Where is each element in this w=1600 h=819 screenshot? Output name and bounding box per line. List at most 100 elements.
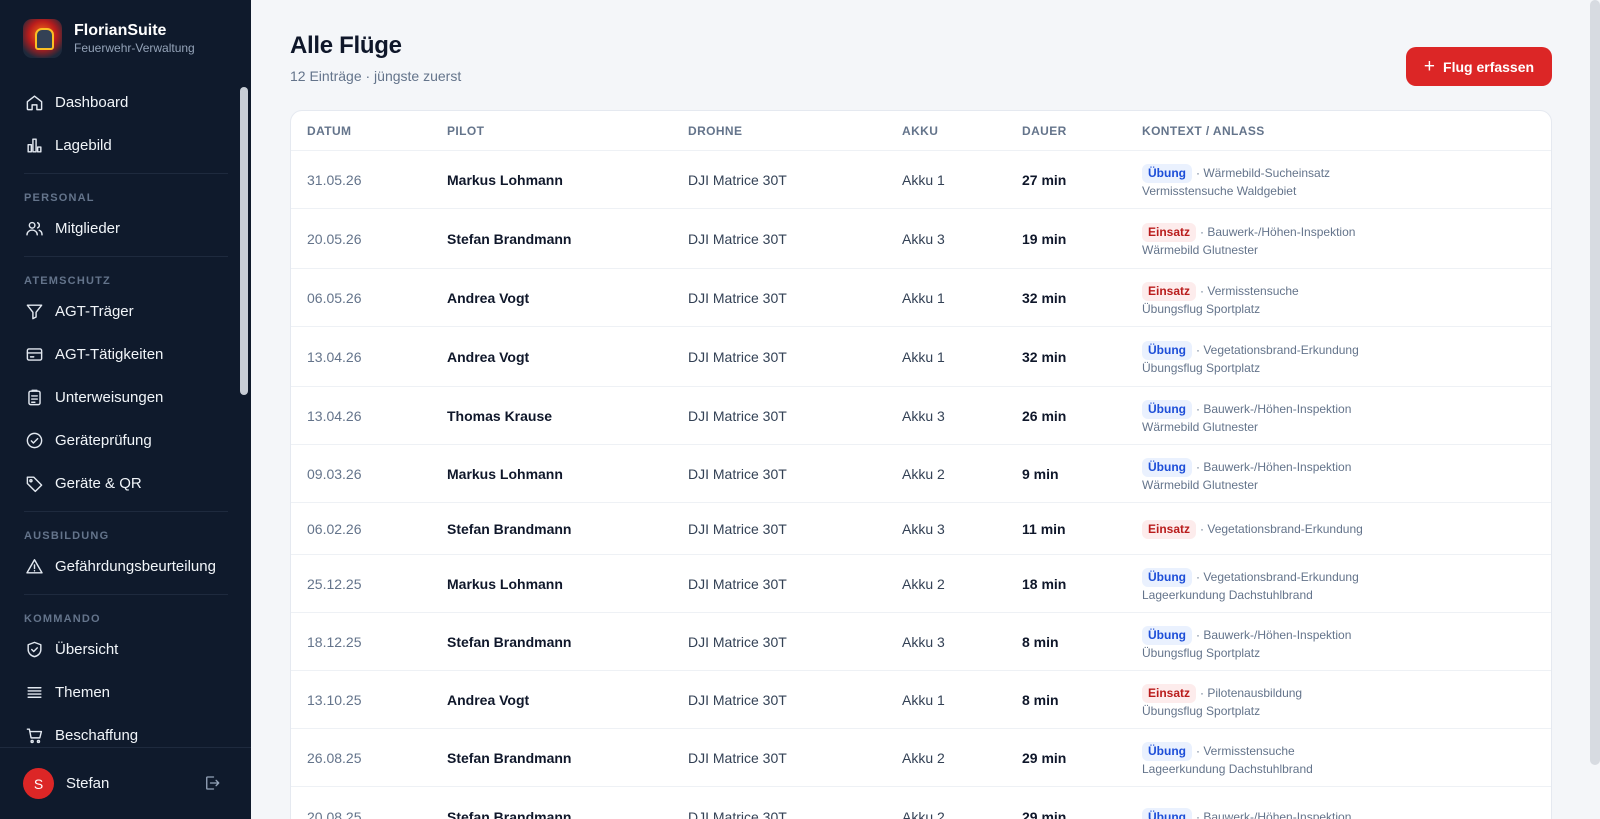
sidebar-item-mitglieder[interactable]: Mitglieder [0, 210, 228, 246]
table-row[interactable]: 13.04.26 Andrea Vogt DJI Matrice 30T Akku 1… [291, 327, 1551, 387]
sidebar-item-gefaehrdungsbeurteilung[interactable]: Gefährdungsbeurteilung [0, 548, 228, 584]
anlass-text: · Bauwerk-/Höhen-Inspektion [1196, 460, 1352, 474]
cell-akku: Akku 2 [902, 809, 945, 819]
cell-pilot: Stefan Brandmann [447, 521, 572, 537]
kontext-text: Wärmebild Glutnester [1142, 420, 1259, 434]
nav-divider [24, 594, 228, 595]
kontext-line: Übung · Bauwerk-/Höhen-Inspektion [1142, 400, 1351, 419]
table-row[interactable]: 13.10.25 Andrea Vogt DJI Matrice 30T Akku 1… [291, 671, 1551, 729]
cell-drohne: DJI Matrice 30T [688, 521, 787, 537]
sidebar-item-dashboard[interactable]: Dashboard [0, 84, 228, 120]
kontext-text: Übungsflug Sportplatz [1142, 361, 1261, 375]
table-row[interactable]: 06.02.26 Stefan Brandmann DJI Matrice 30T A… [291, 503, 1551, 555]
sidebar-item-agt-traeger[interactable]: AGT-Träger [0, 293, 228, 329]
cell-drohne: DJI Matrice 30T [688, 290, 787, 306]
cell-pilot: Thomas Krause [447, 408, 553, 424]
kontext-line: Einsatz · Vermisstensuche [1142, 282, 1299, 301]
add-flight-label: Flug erfassen [1443, 58, 1535, 75]
table-row[interactable]: 13.04.26 Thomas Krause DJI Matrice 30T Akku… [291, 387, 1551, 445]
avatar[interactable]: S [23, 768, 54, 799]
sidebar-scrollbar[interactable] [240, 87, 248, 395]
sidebar-item-agt-taetigkeiten[interactable]: AGT-Tätigkeiten [0, 336, 228, 372]
cell-datum: 20.05.26 [307, 231, 362, 247]
cell-dauer: 9 min [1022, 466, 1059, 482]
sidebar: FlorianSuite Feuerwehr-Verwaltung Dashbo… [0, 0, 251, 819]
bar-chart-icon [24, 135, 44, 155]
table-row[interactable]: 06.05.26 Andrea Vogt DJI Matrice 30T Akku 1… [291, 269, 1551, 327]
cell-dauer: 8 min [1022, 692, 1059, 708]
kontext-line: Übung · Vegetationsbrand-Erkundung [1142, 568, 1359, 587]
cell-akku: Akku 2 [902, 576, 945, 592]
column-header-kontext[interactable]: KONTEXT / ANLASS [1142, 124, 1265, 138]
table-row[interactable]: 20.05.26 Stefan Brandmann DJI Matrice 30T A… [291, 209, 1551, 269]
kontext-text: Lageerkundung Dachstuhlbrand [1142, 762, 1313, 776]
sidebar-item-label: Dashboard [55, 93, 129, 111]
plus-icon: + [1423, 56, 1436, 77]
sidebar-item-label: Übersicht [55, 640, 119, 658]
sidebar-item-label: Gefährdungsbeurteilung [55, 557, 216, 575]
sidebar-item-geraete-qr[interactable]: Geräte & QR [0, 465, 228, 501]
type-badge: Einsatz [1142, 223, 1197, 242]
cell-dauer: 32 min [1022, 349, 1067, 365]
cell-drohne: DJI Matrice 30T [688, 172, 787, 188]
brand[interactable]: FlorianSuite Feuerwehr-Verwaltung [23, 19, 195, 58]
kontext-line: Einsatz · Pilotenausbildung [1142, 684, 1302, 703]
cell-akku: Akku 1 [902, 349, 945, 365]
check-circle-icon [24, 430, 44, 450]
cell-dauer: 11 min [1022, 521, 1066, 537]
logout-button[interactable] [203, 774, 223, 794]
sidebar-item-geraetepruefung[interactable]: Geräteprüfung [0, 422, 228, 458]
column-header-akku[interactable]: AKKU [902, 124, 938, 138]
main-content: Alle Flüge 12 Einträge · jüngste zuerst … [251, 0, 1600, 819]
nav-divider [24, 173, 228, 174]
nav-divider [24, 256, 228, 257]
column-header-datum[interactable]: DATUM [307, 124, 351, 138]
sidebar-item-label: Beschaffung [55, 726, 139, 744]
sidebar-item-unterweisungen[interactable]: Unterweisungen [0, 379, 228, 415]
cell-akku: Akku 2 [902, 466, 945, 482]
cell-datum: 31.05.26 [307, 172, 362, 188]
table-row[interactable]: 09.03.26 Markus Lohmann DJI Matrice 30T Akk… [291, 445, 1551, 503]
cell-datum: 20.08.25 [307, 809, 362, 819]
user-name: Stefan [66, 775, 110, 792]
app-logo [23, 19, 62, 58]
kontext-text: Lageerkundung Dachstuhlbrand [1142, 588, 1313, 602]
sidebar-item-lagebild[interactable]: Lagebild [0, 127, 228, 163]
cell-akku: Akku 3 [902, 521, 945, 537]
filter-icon [24, 301, 44, 321]
cell-pilot: Andrea Vogt [447, 692, 530, 708]
table-row[interactable]: 20.08.25 Stefan Brandmann DJI Matrice 30T A… [291, 787, 1551, 819]
sidebar-item-uebersicht[interactable]: Übersicht [0, 631, 228, 667]
page-title: Alle Flüge [290, 32, 402, 59]
cell-kontext: Einsatz · Vegetationsbrand-Erkundung [1142, 520, 1363, 539]
table-row[interactable]: 26.08.25 Stefan Brandmann DJI Matrice 30T A… [291, 729, 1551, 787]
sidebar-item-themen[interactable]: Themen [0, 674, 228, 710]
table-row[interactable]: 18.12.25 Stefan Brandmann DJI Matrice 30T A… [291, 613, 1551, 671]
table-header: DATUM PILOT DROHNE AKKU DAUER KONTEXT / … [291, 111, 1551, 151]
cell-dauer: 26 min [1022, 408, 1067, 424]
sidebar-item-label: Unterweisungen [55, 388, 164, 406]
anlass-text: · Pilotenausbildung [1200, 686, 1303, 700]
column-header-dauer[interactable]: DAUER [1022, 124, 1067, 138]
cell-pilot: Markus Lohmann [447, 172, 563, 188]
column-header-pilot[interactable]: PILOT [447, 124, 484, 138]
anlass-text: · Wärmebild-Sucheinsatz [1196, 166, 1331, 180]
shield-check-icon [24, 639, 44, 659]
type-badge: Einsatz [1142, 520, 1197, 539]
column-header-drohne[interactable]: DROHNE [688, 124, 742, 138]
cell-pilot: Stefan Brandmann [447, 231, 572, 247]
cell-dauer: 29 min [1022, 809, 1067, 819]
cell-kontext: Einsatz · Vermisstensuche Übungsflug Sport… [1142, 282, 1299, 318]
cell-akku: Akku 3 [902, 408, 945, 424]
cell-kontext: Übung · Bauwerk-/Höhen-Inspektion Wärmebil… [1142, 400, 1351, 436]
add-flight-button[interactable]: + Flug erfassen [1406, 47, 1552, 86]
nav-divider [24, 511, 228, 512]
cart-icon [24, 725, 44, 745]
page-scrollbar[interactable] [1590, 0, 1600, 765]
sidebar-item-label: Mitglieder [55, 219, 121, 237]
list-icon [24, 682, 44, 702]
table-row[interactable]: 31.05.26 Markus Lohmann DJI Matrice 30T Akk… [291, 151, 1551, 209]
anlass-text: · Bauwerk-/Höhen-Inspektion [1200, 225, 1356, 239]
table-row[interactable]: 25.12.25 Markus Lohmann DJI Matrice 30T Akk… [291, 555, 1551, 613]
sidebar-item-label: Geräte & QR [55, 474, 142, 492]
